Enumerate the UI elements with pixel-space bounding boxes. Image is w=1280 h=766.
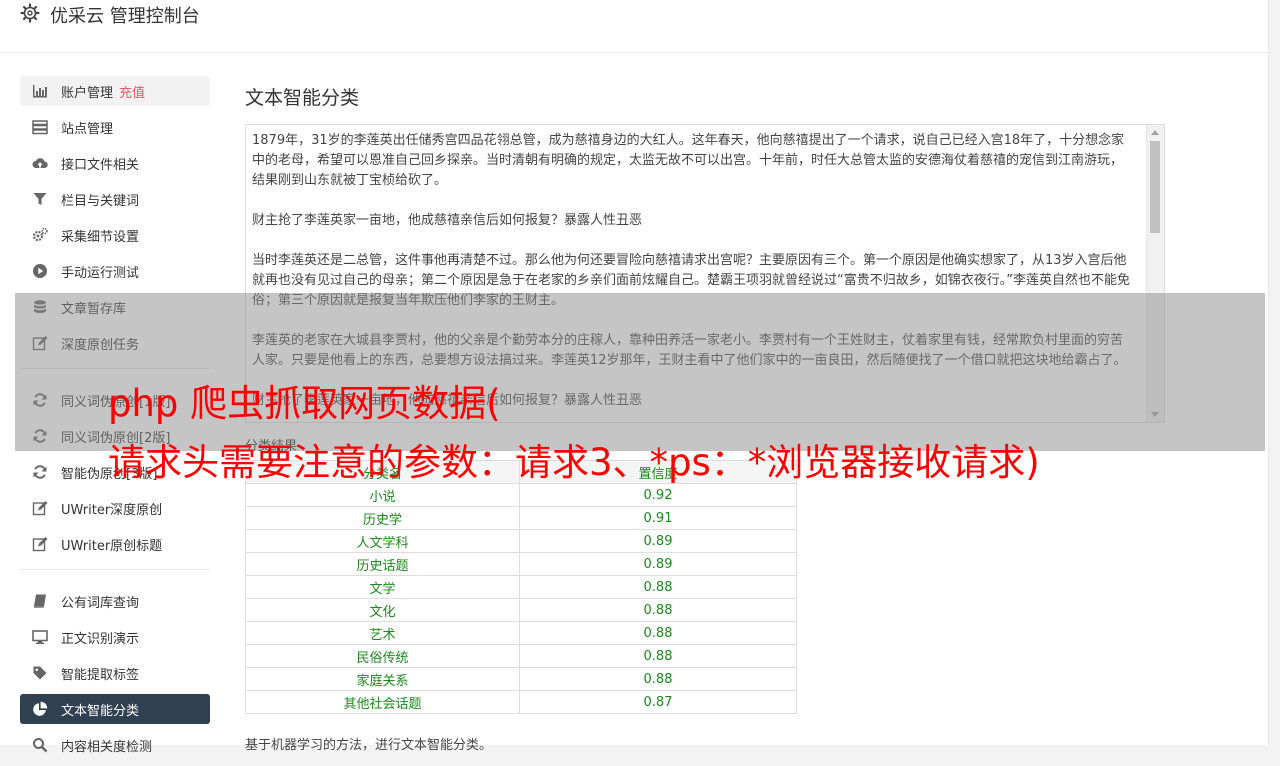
table-row: 小说 0.92 bbox=[245, 483, 797, 507]
text-paragraph: 1879年，31岁的李莲英出任储秀宫四品花翎总管，成为慈禧身边的大红人。这年春天… bbox=[252, 133, 1125, 188]
sidebar-item-relevance-check[interactable]: 内容相关度检测 bbox=[20, 730, 210, 760]
sidebar-item-text-recognition[interactable]: 正文识别演示 bbox=[20, 622, 210, 652]
recharge-link[interactable]: 充值 bbox=[119, 86, 145, 101]
sidebar-item-interface-files[interactable]: 接口文件相关 bbox=[20, 148, 210, 178]
cloud-upload-icon bbox=[32, 158, 48, 168]
sidebar-item-text-classification[interactable]: 文本智能分类 bbox=[20, 694, 210, 724]
category-cell: 家庭关系 bbox=[245, 667, 520, 691]
refresh-icon bbox=[33, 393, 47, 407]
sidebar-item-label: 深度原创任务 bbox=[61, 338, 140, 353]
category-cell: 历史话题 bbox=[245, 552, 520, 576]
sidebar-item-label: 智能提取标签 bbox=[61, 668, 140, 683]
sidebar-item-deep-original[interactable]: 深度原创任务 bbox=[20, 328, 210, 358]
watermark-line-1: php 爬虫抓取网页数据( bbox=[108, 382, 501, 425]
category-cell: 人文学科 bbox=[245, 529, 520, 553]
table-row: 文化 0.88 bbox=[245, 598, 797, 622]
sidebar-divider bbox=[20, 368, 210, 369]
category-cell: 小说 bbox=[245, 483, 520, 507]
confidence-cell: 0.89 bbox=[519, 552, 797, 576]
text-input-area[interactable]: 1879年，31岁的李莲英出任储秀宫四品花翎总管，成为慈禧身边的大红人。这年春天… bbox=[245, 124, 1165, 423]
refresh-icon bbox=[33, 465, 47, 479]
table-row: 历史话题 0.89 bbox=[245, 552, 797, 576]
confidence-cell: 0.88 bbox=[519, 644, 797, 668]
tag-icon bbox=[33, 666, 47, 680]
table-row: 历史学 0.91 bbox=[245, 506, 797, 530]
sidebar-item-account[interactable]: 账户管理 充值 bbox=[20, 76, 210, 106]
sidebar-item-label: UWriter原创标题 bbox=[61, 539, 163, 554]
category-cell: 其他社会话题 bbox=[245, 690, 520, 714]
sidebar-item-smart-tags[interactable]: 智能提取标签 bbox=[20, 658, 210, 688]
scroll-down-arrow-icon[interactable] bbox=[1151, 412, 1159, 417]
search-icon bbox=[33, 738, 48, 753]
table-row: 艺术 0.88 bbox=[245, 621, 797, 645]
sidebar-item-collect-settings[interactable]: 采集细节设置 bbox=[20, 220, 210, 250]
sidebar-item-columns-keywords[interactable]: 栏目与关键词 bbox=[20, 184, 210, 214]
confidence-cell: 0.87 bbox=[519, 690, 797, 714]
scroll-up-arrow-icon[interactable] bbox=[1151, 130, 1159, 135]
sidebar-item-uwriter-title[interactable]: UWriter原创标题 bbox=[20, 529, 210, 559]
page-title: 文本智能分类 bbox=[245, 87, 360, 109]
cogs-icon bbox=[32, 227, 48, 242]
confidence-cell: 0.92 bbox=[519, 483, 797, 507]
confidence-cell: 0.89 bbox=[519, 529, 797, 553]
sidebar-item-sites[interactable]: 站点管理 bbox=[20, 112, 210, 142]
sidebar-item-label: UWriter深度原创 bbox=[61, 503, 163, 518]
confidence-cell: 0.88 bbox=[519, 621, 797, 645]
category-cell: 文化 bbox=[245, 598, 520, 622]
confidence-cell: 0.88 bbox=[519, 598, 797, 622]
edit-icon bbox=[32, 537, 48, 552]
table-row: 家庭关系 0.88 bbox=[245, 667, 797, 691]
watermark-line-2: 请求头需要注意的参数：请求3、*ps：*浏览器接收请求) bbox=[108, 441, 1040, 484]
sidebar-item-uwriter-deep[interactable]: UWriter深度原创 bbox=[20, 493, 210, 523]
category-cell: 历史学 bbox=[245, 506, 520, 530]
sidebar-item-public-lexicon[interactable]: 公有词库查询 bbox=[20, 586, 210, 616]
sidebar-item-label: 栏目与关键词 bbox=[61, 194, 140, 209]
edit-icon bbox=[32, 336, 48, 351]
confidence-cell: 0.88 bbox=[519, 575, 797, 599]
sidebar-divider bbox=[20, 569, 210, 570]
sidebar-item-article-storage[interactable]: 文章暂存库 bbox=[20, 292, 210, 322]
table-row: 文学 0.88 bbox=[245, 575, 797, 599]
gear-icon bbox=[20, 3, 40, 23]
text-paragraph: 财主抢了李莲英家一亩地，他成慈禧亲信后如何报复？暴露人性丑恶 bbox=[252, 213, 643, 228]
refresh-icon bbox=[33, 429, 47, 443]
sidebar-item-label: 接口文件相关 bbox=[61, 158, 140, 173]
confidence-cell: 0.91 bbox=[519, 506, 797, 530]
top-bar: 优采云 管理控制台 bbox=[0, 0, 1269, 53]
confidence-cell: 0.88 bbox=[519, 667, 797, 691]
server-icon bbox=[32, 120, 48, 135]
text-paragraph: 李莲英的老家在大城县李贾村，他的父亲是个勤劳本分的庄稼人，靠种田养活一家老小。李… bbox=[252, 333, 1127, 368]
scrollbar-thumb[interactable] bbox=[1150, 141, 1160, 233]
classification-table: 分类名 置信度 小说 0.92 历史学 0.91 人文学科 0.89 历史话题 0.89… bbox=[245, 460, 797, 714]
app-title: 优采云 管理控制台 bbox=[50, 6, 200, 27]
table-row: 其他社会话题 0.87 bbox=[245, 690, 797, 714]
sidebar-item-label: 正文识别演示 bbox=[61, 632, 140, 647]
category-cell: 艺术 bbox=[245, 621, 520, 645]
sidebar-item-label: 内容相关度检测 bbox=[61, 740, 153, 755]
bar-chart-icon bbox=[33, 85, 47, 98]
play-circle-icon bbox=[33, 264, 47, 278]
desktop-icon bbox=[32, 630, 48, 644]
sidebar-item-label: 公有词库查询 bbox=[61, 596, 140, 611]
sidebar-item-label: 采集细节设置 bbox=[61, 230, 140, 245]
sidebar-item-label: 站点管理 bbox=[61, 122, 114, 137]
table-row: 人文学科 0.89 bbox=[245, 529, 797, 553]
pie-chart-icon bbox=[33, 701, 48, 716]
table-row: 民俗传统 0.88 bbox=[245, 644, 797, 668]
sidebar-item-label: 账户管理 bbox=[61, 86, 114, 101]
footnote: 基于机器学习的方法，进行文本智能分类。 bbox=[245, 738, 493, 753]
sidebar-item-label: 文本智能分类 bbox=[61, 704, 140, 719]
text-paragraph: 当时李莲英还是二总管，这件事他再清楚不过。那么他为何还要冒险向慈禧请求出宫呢？主… bbox=[252, 253, 1130, 308]
sidebar-item-manual-run[interactable]: 手动运行测试 bbox=[20, 256, 210, 286]
database-icon bbox=[34, 300, 46, 313]
book-icon bbox=[33, 594, 46, 608]
sidebar-item-label: 手动运行测试 bbox=[61, 266, 140, 281]
sidebar-item-label: 文章暂存库 bbox=[61, 302, 127, 317]
category-cell: 文学 bbox=[245, 575, 520, 599]
edit-icon bbox=[32, 501, 48, 516]
filter-icon bbox=[33, 193, 47, 205]
vertical-scrollbar[interactable] bbox=[1146, 125, 1164, 422]
category-cell: 民俗传统 bbox=[245, 644, 520, 668]
